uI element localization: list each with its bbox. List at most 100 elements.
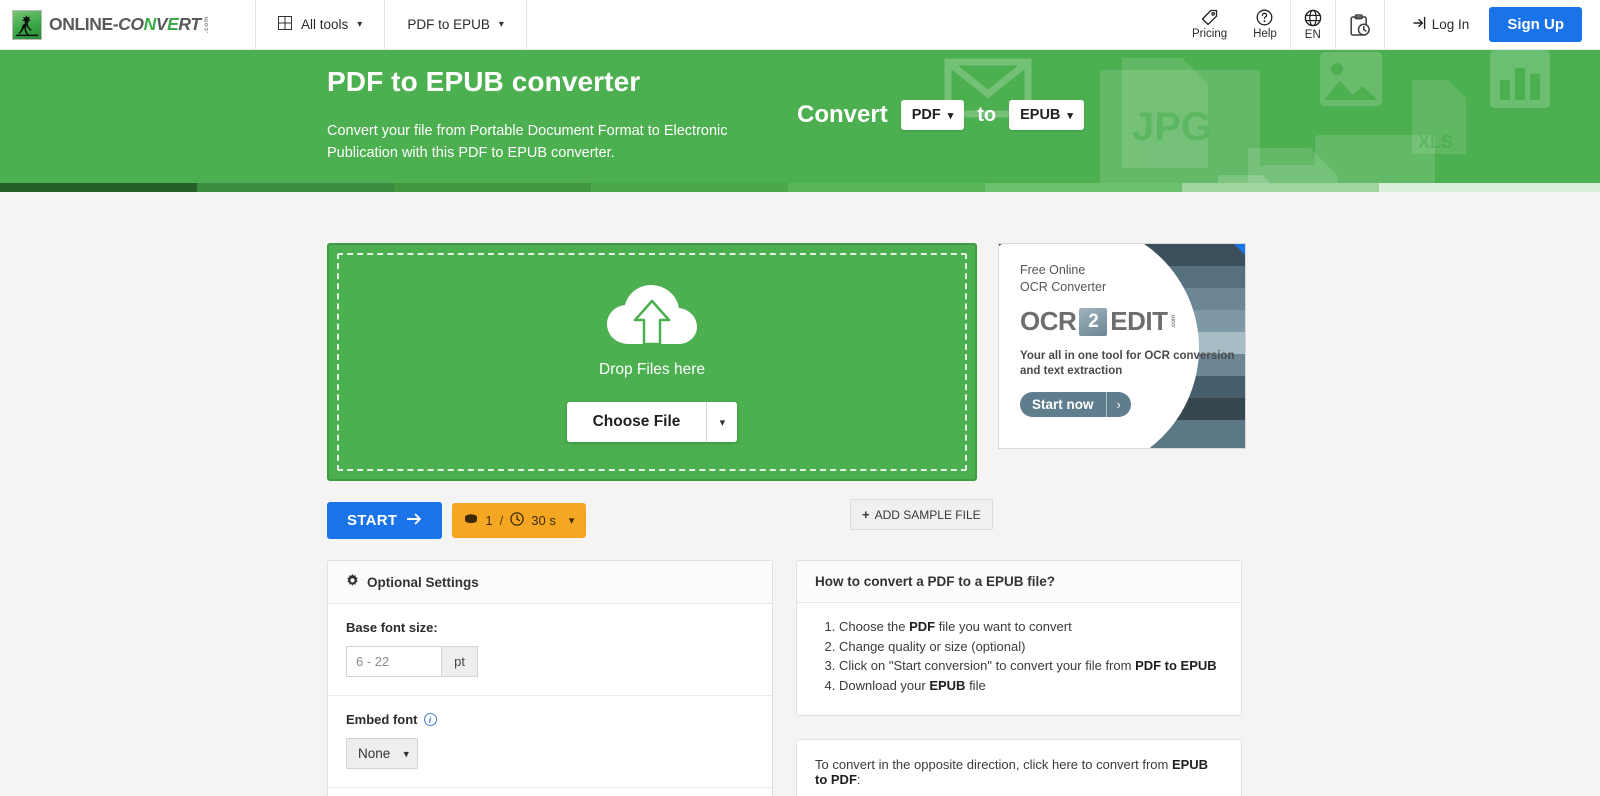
grid-icon [278, 16, 292, 33]
main-content: Drop Files here Choose File ▾ Free Onlin… [0, 192, 1600, 796]
add-sample-file-button[interactable]: + ADD SAMPLE FILE [850, 499, 993, 530]
pricing-label: Pricing [1191, 28, 1228, 40]
nav-all-tools-label: All tools [301, 17, 349, 32]
logo-text-e-accent: E [167, 14, 179, 34]
credits-badge[interactable]: 1 / 30 s ▾ [452, 503, 587, 538]
step-text: Click on "Start conversion" to convert y… [839, 658, 1136, 673]
hero-content: PDF to EPUB converter Convert your file … [0, 50, 1600, 192]
ad-choices-corner-icon[interactable] [1234, 244, 1245, 255]
login-button[interactable]: Log In [1385, 0, 1486, 49]
embed-font-select[interactable]: None [346, 738, 418, 769]
chevron-down-icon: ▾ [357, 19, 363, 30]
content-container: Drop Files here Choose File ▾ Free Onlin… [0, 192, 1600, 796]
language-selector[interactable]: EN [1289, 0, 1336, 49]
credits-time: 30 s [531, 513, 556, 528]
base-font-size-label: Base font size: [346, 620, 438, 635]
ad-content: Free Online OCR Converter OCR 2 EDIT .co… [999, 244, 1245, 448]
page-title: PDF to EPUB converter [327, 66, 641, 97]
nav-all-tools[interactable]: All tools ▾ [256, 0, 386, 49]
optional-settings-header: Optional Settings [328, 561, 772, 604]
help-link[interactable]: Help [1240, 0, 1290, 49]
embed-font-label-group: Embed font i [346, 712, 754, 727]
base-font-size-row: Base font size: pt [328, 604, 772, 696]
hero-text-block: PDF to EPUB converter Convert your file … [327, 50, 797, 164]
choose-file-dropdown-toggle[interactable]: ▾ [706, 402, 738, 442]
ad-cta-button[interactable]: Start now › [1020, 392, 1131, 417]
step-bold: EPUB [929, 677, 966, 693]
how-to-body: Choose the PDF file you want to convert … [797, 603, 1241, 715]
target-format-value: EPUB [1020, 107, 1061, 123]
choose-file-button[interactable]: Choose File [566, 402, 707, 442]
logo-text-vert: V [155, 14, 168, 34]
start-button-label: START [347, 512, 398, 529]
list-item: Download your EPUB file [839, 678, 1223, 695]
header-spacer [527, 0, 1179, 49]
logo-wordmark: ONLINE - CONVERT .com [49, 14, 210, 35]
embed-font-select-wrap: None [346, 738, 418, 769]
format-converter-selector: Convert PDF ▾ to EPUB ▾ [797, 50, 1084, 130]
opposite-text-prefix: To convert in the opposite direction, cl… [815, 757, 1172, 772]
hero-subtitle: Convert your file from Portable Document… [327, 123, 728, 161]
language-label: EN [1304, 28, 1321, 41]
embed-font-row: Embed font i None [328, 696, 772, 788]
base-font-size-input[interactable] [346, 646, 442, 677]
logo-tld: .com [202, 15, 210, 34]
choose-file-group: Choose File ▾ [566, 402, 738, 442]
nav-current-converter[interactable]: PDF to EPUB ▾ [385, 0, 527, 49]
upload-and-ad-row: Drop Files here Choose File ▾ Free Onlin… [327, 243, 1273, 481]
logo-mark-icon [12, 9, 42, 40]
chevron-down-icon: ▾ [947, 109, 954, 122]
how-to-panel: How to convert a PDF to a EPUB file? Cho… [796, 560, 1242, 716]
dropzone-label: Drop Files here [599, 361, 705, 378]
logo-text-online: ONLINE [49, 14, 113, 34]
how-to-header: How to convert a PDF to a EPUB file? [797, 561, 1241, 603]
action-row: START 1 / 30 s ▾ + ADD SAMPLE FILE [327, 499, 993, 539]
file-dropzone[interactable]: Drop Files here Choose File ▾ [327, 243, 977, 481]
login-arrow-icon [1413, 16, 1427, 33]
site-logo[interactable]: ONLINE - CONVERT .com [0, 0, 256, 49]
list-item: Choose the PDF file you want to convert [839, 619, 1223, 636]
gear-icon [346, 574, 359, 590]
help-label: Help [1253, 28, 1277, 40]
ad-brand-badge: 2 [1079, 307, 1108, 336]
step-text: Change quality or size (optional) [839, 638, 1026, 654]
cloud-upload-icon [605, 282, 699, 357]
step-text: Choose the [839, 619, 910, 634]
opposite-direction-text: To convert in the opposite direction, cl… [815, 757, 1223, 787]
pricing-link[interactable]: Pricing [1179, 0, 1240, 49]
target-format-dropdown[interactable]: EPUB ▾ [1009, 100, 1084, 130]
version-row: Version i [328, 788, 772, 796]
ad-brand-left: OCR [1020, 306, 1077, 336]
logo-text-n-accent: N [143, 14, 157, 34]
panels-row: Optional Settings Base font size: pt Emb… [327, 560, 1273, 796]
ad-cta-label: Start now [1032, 397, 1094, 412]
price-tag-icon [1201, 9, 1218, 26]
convert-word-label: Convert [797, 101, 888, 128]
base-font-size-input-group: pt [346, 646, 478, 677]
ad-line-1: Free Online [1020, 263, 1086, 277]
ad-brand-logo: OCR 2 EDIT .com [1020, 306, 1245, 337]
info-icon[interactable]: i [423, 713, 437, 726]
ad-brand-right: EDIT [1110, 306, 1168, 336]
embed-font-label: Embed font [346, 712, 418, 727]
step-bold: PDF [909, 619, 936, 634]
add-sample-file-label: ADD SAMPLE FILE [874, 507, 981, 522]
ad-line-2: OCR Converter [1020, 280, 1107, 294]
start-conversion-button[interactable]: START [327, 502, 443, 539]
opposite-direction-panel: To convert in the opposite direction, cl… [796, 739, 1242, 796]
source-format-dropdown[interactable]: PDF ▾ [900, 100, 965, 130]
ad-description: Your all in one tool for OCR conversion … [1020, 350, 1235, 377]
to-word-label: to [977, 103, 997, 126]
nav-current-converter-label: PDF to EPUB [407, 17, 490, 32]
logo-text-co: CO [118, 14, 144, 34]
login-label: Log In [1431, 17, 1470, 32]
how-to-title: How to convert a PDF to a EPUB file? [815, 574, 1056, 589]
step-suffix: file [965, 677, 986, 693]
hero-bottom-strip [0, 183, 1600, 192]
conversion-history-button[interactable] [1336, 0, 1385, 49]
signup-button[interactable]: Sign Up [1489, 7, 1582, 42]
clipboard-clock-icon [1349, 14, 1371, 37]
advertisement-banner[interactable]: Free Online OCR Converter OCR 2 EDIT .co… [998, 243, 1246, 449]
step-text: Download your [839, 677, 930, 693]
question-circle-icon [1256, 9, 1273, 26]
